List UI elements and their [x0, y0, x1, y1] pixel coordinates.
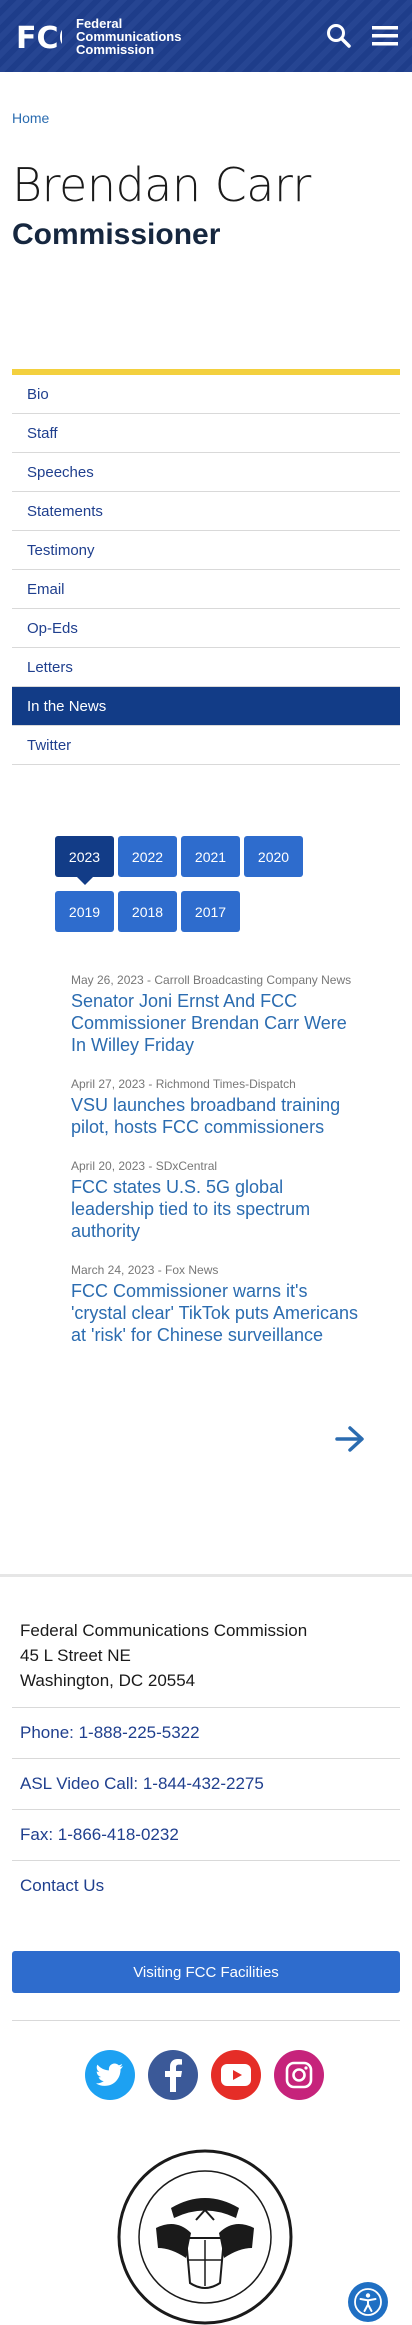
twitter-icon: [96, 2063, 123, 2086]
fcc-seal-icon: [117, 2149, 293, 2325]
youtube-icon: [221, 2064, 251, 2086]
brand-link[interactable]: FCC Federal Communications Commission: [14, 16, 181, 57]
breadcrumb: Home: [12, 110, 49, 126]
search-icon: [327, 24, 351, 48]
address-line-2: 45 L Street NE: [20, 1646, 131, 1665]
phone-link[interactable]: Phone: 1-888-225-5322: [12, 1707, 400, 1757]
contact-us-link[interactable]: Contact Us: [12, 1860, 400, 1910]
next-page-arrow-icon[interactable]: [335, 1426, 365, 1452]
youtube-button[interactable]: [211, 2050, 261, 2100]
footer-address: Federal Communications Commission 45 L S…: [20, 1618, 307, 1693]
nav-item-twitter[interactable]: Twitter: [12, 726, 400, 765]
header-actions: [324, 21, 400, 51]
twitter-button[interactable]: [85, 2050, 135, 2100]
nav-item-email[interactable]: Email: [12, 570, 400, 609]
year-tab-2020[interactable]: 2020: [244, 836, 303, 877]
footer-separator: [12, 2020, 400, 2021]
site-header: FCC Federal Communications Commission: [0, 0, 412, 72]
brand-line-3: Commission: [76, 41, 155, 57]
news-meta: March 24, 2023 - Fox News: [71, 1263, 219, 1277]
news-meta: April 27, 2023 - Richmond Times-Dispatch: [71, 1077, 296, 1091]
list-item: May 26, 2023 - Carroll Broadcasting Comp…: [71, 970, 361, 1056]
news-title-link[interactable]: FCC Commissioner warns it's 'crystal cle…: [71, 1280, 361, 1346]
accessibility-icon: [354, 2288, 382, 2316]
nav-item-testimony[interactable]: Testimony: [12, 531, 400, 570]
year-tab-2019[interactable]: 2019: [55, 891, 114, 932]
logo-text: FCC: [16, 21, 62, 56]
breadcrumb-home-link[interactable]: Home: [12, 110, 49, 126]
facebook-button[interactable]: [148, 2050, 198, 2100]
accessibility-button[interactable]: [348, 2282, 388, 2322]
year-tab-2022[interactable]: 2022: [118, 836, 177, 877]
instagram-icon: [285, 2061, 313, 2089]
nav-item-bio[interactable]: Bio: [12, 375, 400, 414]
address-line-3: Washington, DC 20554: [20, 1671, 196, 1690]
list-item: April 20, 2023 - SDxCentral FCC states U…: [71, 1156, 361, 1242]
instagram-button[interactable]: [274, 2050, 324, 2100]
news-meta: April 20, 2023 - SDxCentral: [71, 1159, 218, 1173]
brand-line-1: Federal: [76, 15, 123, 31]
news-title-link[interactable]: VSU launches broadband training pilot, h…: [71, 1094, 361, 1138]
facebook-icon: [165, 2059, 182, 2092]
nav-item-in-the-news[interactable]: In the News: [12, 687, 400, 726]
menu-button[interactable]: [370, 21, 400, 51]
news-title-link[interactable]: Senator Joni Ernst And FCC Commissioner …: [71, 990, 361, 1056]
news-meta: May 26, 2023 - Carroll Broadcasting Comp…: [71, 973, 352, 987]
list-item: April 27, 2023 - Richmond Times-Dispatch…: [71, 1074, 361, 1138]
news-title-link[interactable]: FCC states U.S. 5G global leadership tie…: [71, 1176, 361, 1242]
footer-divider: [0, 1574, 412, 1577]
nav-item-letters[interactable]: Letters: [12, 648, 400, 687]
visiting-fcc-facilities-button[interactable]: Visiting FCC Facilities: [12, 1951, 400, 1993]
nav-item-op-eds[interactable]: Op-Eds: [12, 609, 400, 648]
year-tabs: 2023 2022 2021 2020 2019 2018 2017: [55, 836, 365, 946]
nav-item-staff[interactable]: Staff: [12, 414, 400, 453]
address-line-1: Federal Communications Commission: [20, 1621, 308, 1640]
year-tab-2018[interactable]: 2018: [118, 891, 177, 932]
page-title: Brendan Carr: [12, 158, 311, 212]
fcc-logo-icon: FCC: [16, 21, 62, 56]
commissioner-nav: Bio Staff Speeches Statements Testimony …: [12, 369, 400, 765]
nav-item-speeches[interactable]: Speeches: [12, 453, 400, 492]
nav-item-statements[interactable]: Statements: [12, 492, 400, 531]
asl-video-call-link[interactable]: ASL Video Call: 1-844-432-2275: [12, 1758, 400, 1808]
year-tab-2023[interactable]: 2023: [55, 836, 114, 885]
year-tab-2021[interactable]: 2021: [181, 836, 240, 877]
page-subtitle: Commissioner: [12, 218, 221, 251]
search-button[interactable]: [324, 21, 354, 51]
fax-text: Fax: 1-866-418-0232: [12, 1809, 400, 1859]
brand-name: Federal Communications Commission: [76, 17, 181, 56]
brand-line-2: Communications: [76, 28, 182, 44]
hamburger-icon: [372, 26, 398, 46]
social-links: [85, 2050, 324, 2100]
list-item: March 24, 2023 - Fox News FCC Commission…: [71, 1260, 361, 1346]
news-list: May 26, 2023 - Carroll Broadcasting Comp…: [71, 970, 361, 1364]
year-tab-2017[interactable]: 2017: [181, 891, 240, 932]
